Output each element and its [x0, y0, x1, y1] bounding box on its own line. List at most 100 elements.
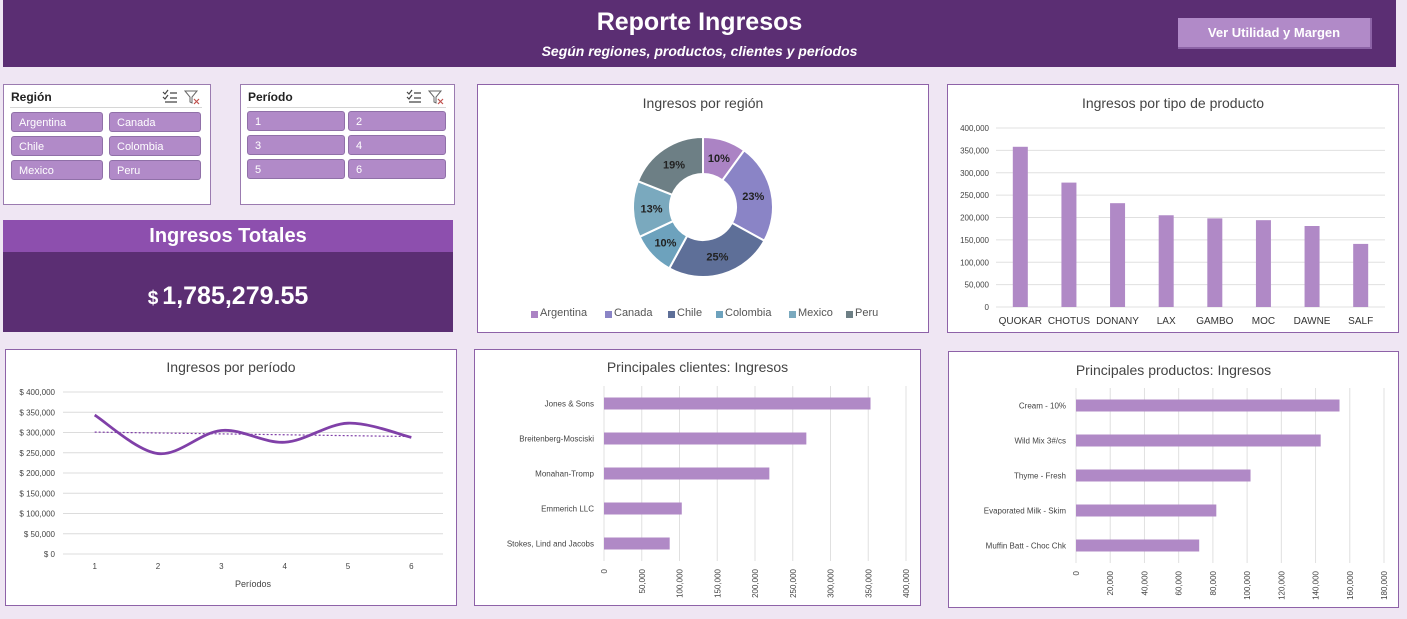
top-clients-bar-chart: 0 50,000 100,000 150,000 200,000 250,000 300,0…	[507, 386, 911, 598]
slicer-item-colombia[interactable]: Colombia	[109, 136, 201, 156]
bar-dawne	[1304, 226, 1320, 307]
slicer-item-2[interactable]: 2	[348, 111, 446, 131]
y-tick-label: $ 100,000	[19, 510, 55, 519]
slicer-item-argentina[interactable]: Argentina	[11, 112, 103, 132]
top-products-chart-panel: Principales productos: Ingresos 0 20,000 4…	[948, 351, 1399, 608]
legend-swatch	[605, 311, 612, 318]
bar-thyme-fresh	[1076, 469, 1251, 482]
x-tick-label: 300,000	[827, 568, 836, 597]
y-tick-label: $ 150,000	[19, 489, 55, 498]
bar-muffin-batt-choc-chk	[1076, 539, 1200, 552]
slicer-header: Período	[247, 89, 446, 108]
clear-filter-icon[interactable]	[184, 89, 200, 105]
x-tick-label: 6	[409, 562, 414, 571]
slicer-item-3[interactable]: 3	[247, 135, 345, 155]
slicer-item-mexico[interactable]: Mexico	[11, 160, 103, 180]
y-tick-label: Muffin Batt - Choc Chk	[986, 542, 1067, 551]
donut-data-label: 10%	[654, 237, 676, 249]
bar-chotus	[1061, 182, 1077, 307]
slicer-item-canada[interactable]: Canada	[109, 112, 201, 132]
y-tick-label: Cream - 10%	[1019, 402, 1066, 411]
y-tick-label: $ 400,000	[19, 388, 55, 397]
kpi-title: Ingresos Totales	[3, 220, 453, 252]
region-chart-panel: Ingresos por región 10% 23% 25% 10% 13% 19% A…	[477, 84, 929, 333]
x-tick-label: 0	[1072, 570, 1081, 575]
slicer-item-1[interactable]: 1	[247, 111, 345, 131]
slicer-title: Período	[248, 90, 293, 104]
x-tick-label: MOC	[1252, 316, 1275, 327]
bar-salf	[1353, 243, 1369, 307]
slicer-item-5[interactable]: 5	[247, 159, 345, 179]
clear-filter-icon[interactable]	[428, 89, 444, 105]
view-profit-margin-button[interactable]: Ver Utilidad y Margen	[1178, 18, 1372, 49]
x-tick-label: 200,000	[751, 568, 760, 597]
x-tick-label: 80,000	[1209, 570, 1218, 595]
donut-data-label: 19%	[663, 159, 685, 171]
donut-data-label: 23%	[742, 191, 764, 203]
multi-select-icon[interactable]	[406, 89, 422, 105]
x-tick-label: 20,000	[1106, 570, 1115, 595]
y-tick-label: $ 200,000	[19, 469, 55, 478]
top-products-bar-chart: 0 20,000 40,000 60,000 80,000 100,000 120,000 1…	[984, 388, 1389, 600]
legend-swatch	[716, 311, 723, 318]
y-tick-label: 400,000	[960, 124, 989, 133]
x-tick-label: SALF	[1348, 316, 1373, 327]
y-tick-label: Thyme - Fresh	[1014, 472, 1066, 481]
bar-emmerich-llc	[604, 502, 682, 515]
product-type-bar-chart: 0 50,000 100,000 150,000 200,000 250,000 300,0…	[960, 124, 1385, 327]
donut-data-label: 13%	[641, 204, 663, 216]
slicer-title: Región	[11, 90, 52, 104]
y-tick-label: 100,000	[960, 258, 989, 267]
bar-quokar	[1012, 146, 1028, 307]
legend-item-argentina: Argentina	[540, 307, 588, 319]
periodo-line-chart: $ 0 $ 50,000 $ 100,000 $ 150,000 $ 200,000 $ …	[19, 388, 443, 589]
legend-swatch	[531, 311, 538, 318]
y-tick-label: Monahan-Tromp	[535, 470, 594, 479]
slicer-item-6[interactable]: 6	[348, 159, 446, 179]
slicer-item-peru[interactable]: Peru	[109, 160, 201, 180]
y-tick-label: 200,000	[960, 214, 989, 223]
y-tick-label: Jones & Sons	[545, 400, 594, 409]
x-tick-label: 400,000	[902, 568, 911, 597]
slicer-item-chile[interactable]: Chile	[11, 136, 103, 156]
x-tick-label: 150,000	[713, 568, 722, 597]
x-tick-label: 160,000	[1346, 570, 1355, 599]
bar-monahan-tromp	[604, 467, 770, 480]
y-tick-label: Stokes, Lind and Jacobs	[507, 540, 594, 549]
donut-data-label: 10%	[708, 153, 730, 165]
slicer-item-4[interactable]: 4	[348, 135, 446, 155]
x-tick-label: 250,000	[789, 568, 798, 597]
dashboard-header: Reporte Ingresos Según regiones, product…	[3, 0, 1396, 67]
y-tick-label: 250,000	[960, 191, 989, 200]
bar-lax	[1158, 215, 1174, 307]
legend-item-mexico: Mexico	[798, 307, 833, 319]
x-tick-label: DONANY	[1096, 316, 1139, 327]
x-tick-label: DAWNE	[1294, 316, 1331, 327]
x-tick-label: 180,000	[1380, 570, 1389, 599]
x-axis-title: Períodos	[235, 579, 272, 589]
x-tick-label: 4	[282, 562, 287, 571]
x-tick-label: 5	[346, 562, 351, 571]
legend-swatch	[789, 311, 796, 318]
x-tick-label: 120,000	[1277, 570, 1286, 599]
x-tick-label: 3	[219, 562, 224, 571]
multi-select-icon[interactable]	[162, 89, 178, 105]
series-line	[93, 413, 412, 455]
legend-item-colombia: Colombia	[725, 307, 772, 319]
kpi-value-row: $1,785,279.55	[3, 282, 453, 311]
x-tick-label: 100,000	[1243, 570, 1252, 599]
legend-item-chile: Chile	[677, 307, 703, 319]
x-tick-label: 140,000	[1312, 570, 1321, 599]
total-revenue-card: Ingresos Totales $1,785,279.55	[3, 220, 453, 332]
y-tick-label: $ 0	[44, 550, 56, 559]
x-tick-label: 60,000	[1175, 570, 1184, 595]
x-tick-label: LAX	[1157, 316, 1176, 327]
slicer-header: Región	[10, 89, 202, 108]
y-tick-label: 350,000	[960, 146, 989, 155]
y-tick-label: $ 50,000	[24, 530, 56, 539]
x-tick-label: 1	[92, 562, 97, 571]
bar-gambo	[1207, 218, 1223, 307]
y-tick-label: Breitenberg-Mosciski	[519, 435, 594, 444]
bar-cream-10-	[1076, 399, 1340, 412]
bar-jones-sons	[604, 397, 871, 410]
